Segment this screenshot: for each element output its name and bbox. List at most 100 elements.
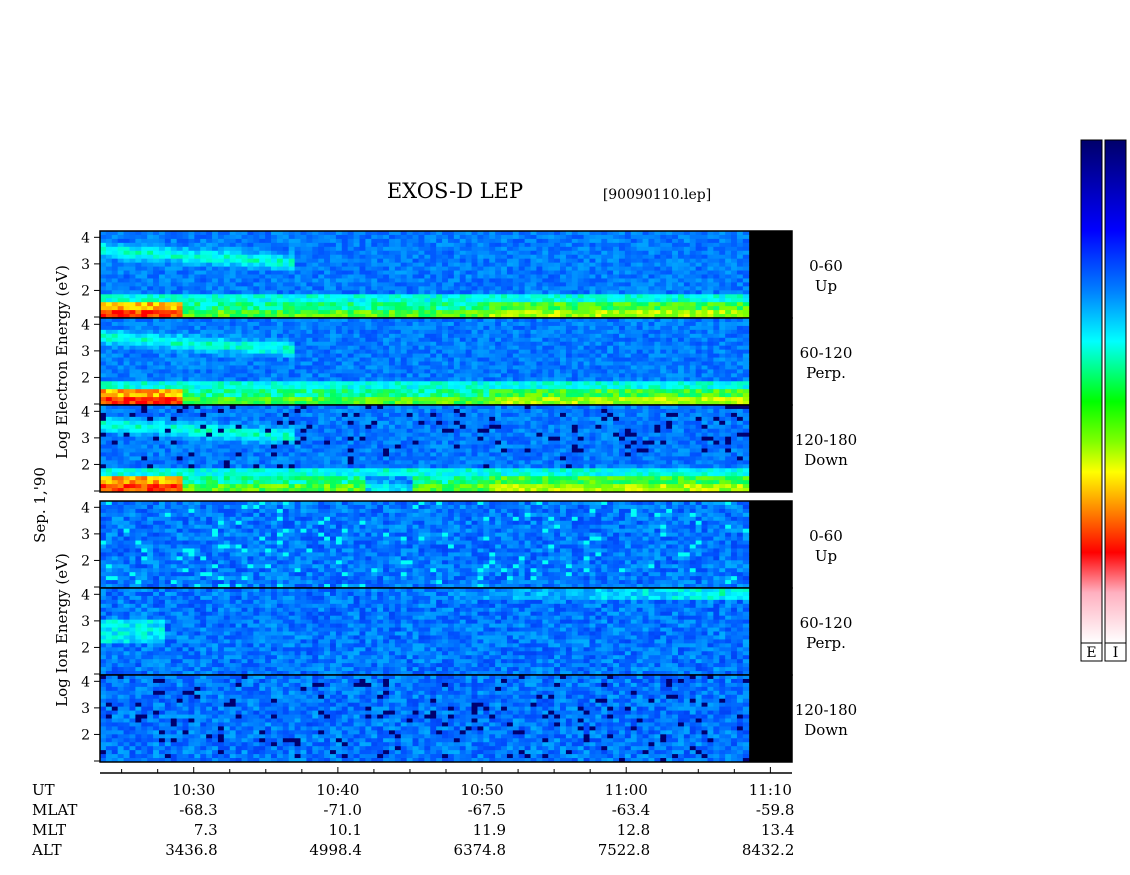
heat-cell: [630, 286, 638, 291]
heat-cell: [164, 345, 172, 351]
heat-cell: [223, 389, 231, 394]
heat-cell: [223, 345, 231, 351]
heat-cell: [282, 262, 290, 267]
heat-cell: [495, 357, 502, 362]
heat-cell: [624, 381, 632, 386]
heat-cell: [459, 270, 467, 275]
heat-cell: [212, 242, 219, 248]
heat-cell: [736, 266, 744, 271]
heat-cell: [554, 250, 561, 256]
heat-cell: [223, 397, 231, 402]
heat-cell: [400, 345, 408, 351]
heat-cell: [229, 270, 237, 275]
heat-cell: [518, 337, 526, 343]
heat-cell: [206, 397, 213, 402]
heat-cell: [506, 246, 514, 252]
heat-cell: [200, 389, 207, 394]
heat-cell: [400, 393, 408, 398]
heat-cell: [654, 254, 661, 260]
heat-cell: [394, 246, 402, 252]
heat-cell: [135, 448, 142, 453]
heat-cell: [648, 337, 655, 343]
heat-cell: [565, 286, 573, 291]
heat-cell: [371, 369, 378, 374]
heat-cell: [365, 321, 372, 327]
heat-cell: [565, 333, 573, 339]
heat-cell: [229, 393, 237, 398]
heat-cell: [607, 393, 614, 398]
heat-cell: [418, 290, 425, 295]
heat-cell: [736, 349, 744, 354]
heat-cell: [607, 286, 614, 291]
heat-cell: [353, 262, 360, 267]
heat-cell: [577, 234, 585, 240]
heat-cell: [377, 373, 384, 378]
heat-cell: [388, 353, 396, 358]
heat-cell: [672, 246, 679, 252]
heat-cell: [341, 238, 349, 244]
heat-cell: [129, 298, 136, 303]
heat-cell: [253, 377, 260, 382]
heat-cell: [312, 321, 319, 327]
heat-cell: [147, 242, 154, 248]
heat-cell: [583, 302, 590, 307]
heat-cell: [613, 302, 620, 307]
heat-cell: [477, 341, 484, 347]
heat-cell: [158, 385, 166, 390]
heat-cell: [158, 393, 166, 398]
heat-cell: [512, 262, 520, 267]
heat-cell: [223, 365, 231, 370]
heat-cell: [388, 397, 396, 402]
heat-cell: [135, 444, 142, 449]
heat-cell: [677, 282, 685, 287]
heat-cell: [506, 258, 514, 264]
heat-cell: [100, 452, 107, 457]
heat-cell: [406, 234, 413, 240]
heat-cell: [306, 393, 313, 398]
heat-cell: [406, 290, 413, 295]
heat-cell: [459, 286, 467, 291]
heat-cell: [147, 397, 154, 402]
heat-cell: [736, 353, 744, 358]
heat-cell: [117, 393, 124, 398]
heat-cell: [229, 294, 237, 299]
heat-cell: [447, 373, 455, 378]
heat-cell: [471, 397, 478, 402]
heat-cell: [176, 254, 183, 260]
heat-cell: [371, 389, 378, 394]
heat-cell: [654, 310, 661, 315]
heat-cell: [188, 270, 195, 275]
heat-cell: [247, 274, 254, 279]
heat-cell: [465, 373, 472, 378]
heat-cell: [324, 290, 331, 295]
heat-cell: [341, 353, 349, 358]
heat-cell: [436, 325, 443, 331]
heat-cell: [153, 234, 160, 240]
heat-cell: [170, 286, 178, 291]
heat-cell: [353, 298, 360, 303]
heat-cell: [330, 282, 337, 287]
heat-cell: [430, 298, 437, 303]
heat-cell: [388, 234, 396, 240]
heat-cell: [719, 377, 726, 382]
heat-cell: [436, 282, 443, 287]
heat-cell: [383, 329, 390, 335]
heat-cell: [100, 306, 107, 311]
heat-cell: [335, 329, 343, 335]
heat-cell: [524, 278, 531, 283]
heat-cell: [271, 282, 278, 287]
heat-cell: [271, 345, 278, 351]
heat-cell: [654, 357, 661, 362]
heat-cell: [742, 310, 750, 315]
heat-cell: [524, 254, 531, 260]
heat-cell: [312, 270, 319, 275]
heat-cell: [689, 325, 697, 331]
heat-cell: [200, 341, 207, 347]
heat-cell: [105, 302, 113, 307]
heat-cell: [259, 254, 266, 260]
heat-cell: [365, 278, 372, 283]
heat-cell: [677, 353, 685, 358]
heat-cell: [212, 286, 219, 291]
heat-cell: [542, 262, 549, 267]
heat-cell: [100, 357, 107, 362]
